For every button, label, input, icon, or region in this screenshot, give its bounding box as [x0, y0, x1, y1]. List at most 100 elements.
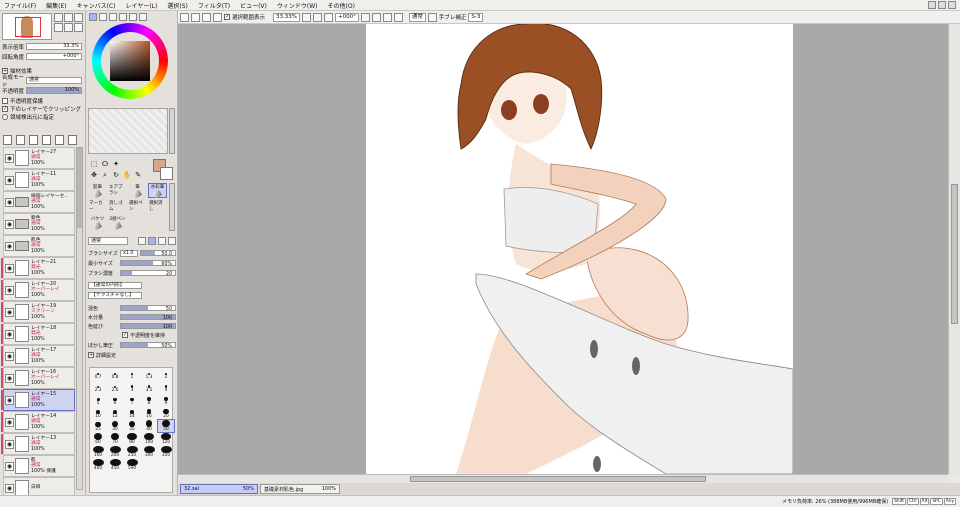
nav-fit-icon[interactable] — [74, 13, 83, 22]
canvas-paper[interactable] — [366, 24, 793, 474]
size-preset[interactable]: 2 — [158, 368, 174, 380]
size-preset[interactable]: 100 — [141, 433, 157, 445]
layer-row[interactable]: ◉ 肌通常 100% 保護 — [3, 455, 75, 477]
selection-source-radio[interactable] — [2, 114, 8, 120]
flip-icon[interactable] — [393, 12, 403, 22]
document-tab[interactable]: 32.sai 50% — [180, 484, 258, 494]
brush-tool-slot[interactable]: バケツ — [88, 215, 107, 231]
zoom-field[interactable]: 33.3% — [26, 43, 82, 50]
layer-row[interactable]: ◉ レイヤー15 通常 100% — [1, 389, 75, 411]
stabilizer-select[interactable]: S-3 — [468, 12, 484, 22]
size-preset[interactable]: 20 — [158, 407, 174, 419]
view-blend-select[interactable]: 通常 — [408, 12, 426, 22]
brush-tool-slot[interactable]: 選択消し — [148, 199, 167, 215]
visibility-eye-icon[interactable]: ◉ — [5, 351, 14, 361]
size-preset[interactable]: 40 — [141, 420, 157, 432]
brush-shape-select[interactable]: 【通常の円形】 — [88, 281, 142, 289]
size-preset[interactable]: 3.5 — [141, 381, 157, 393]
size-preset[interactable]: 30 — [107, 420, 123, 432]
visibility-eye-icon[interactable]: ◉ — [5, 417, 14, 427]
restore-icon[interactable] — [938, 1, 946, 9]
size-preset[interactable]: 160 — [90, 446, 106, 458]
layer-row[interactable]: ◉ レイヤー13 通常 100% — [1, 433, 75, 455]
hide-selection-icon[interactable] — [213, 12, 222, 22]
edge-flat-icon[interactable] — [168, 237, 176, 245]
hsv-slider-tab-icon[interactable] — [109, 13, 117, 21]
canvas-hscroll-thumb[interactable] — [410, 476, 706, 482]
background-color-swatch[interactable] — [160, 167, 173, 180]
visibility-eye-icon[interactable]: ◉ — [5, 219, 14, 229]
navigator-viewport-rect[interactable] — [15, 17, 41, 37]
palette-scrollbar[interactable] — [169, 108, 175, 154]
show-selection-checkbox[interactable]: ✓ — [224, 14, 230, 20]
rotation-field-top[interactable]: +000° — [335, 12, 359, 22]
saturation-value-square[interactable] — [110, 41, 150, 81]
select-rect-icon[interactable]: ⬚ — [89, 160, 99, 169]
color-wheel[interactable] — [92, 23, 168, 99]
size-preset[interactable]: 5 — [90, 394, 106, 406]
layer-row[interactable]: ◉ レイヤー19 スクリーン 100% — [1, 301, 75, 323]
menu-item[interactable]: キャンバス(C) — [77, 1, 116, 10]
detail-settings-row[interactable]: + 詳細設定 — [88, 351, 176, 359]
magic-wand-icon[interactable]: ✦ — [111, 160, 121, 169]
keep-opacity-option[interactable]: ✓ 不透明度を維持 — [88, 331, 176, 339]
layer-list-scrollbar[interactable] — [76, 147, 83, 490]
zoom-out-icon[interactable] — [302, 12, 311, 22]
size-preset[interactable]: 400 — [90, 459, 106, 471]
zoom-icon[interactable]: ⌕ — [100, 171, 110, 180]
size-preset[interactable]: 3 — [124, 381, 140, 393]
blending-slider[interactable]: 50 — [120, 305, 176, 312]
brush-blend-select[interactable]: 通常 — [88, 237, 128, 245]
eyedropper-icon[interactable]: ✎ — [133, 171, 143, 180]
size-preset[interactable]: 8 — [141, 394, 157, 406]
layer-row[interactable]: ◉ 髪色 通常 100% — [3, 213, 75, 235]
navigator-thumbnail[interactable] — [2, 13, 52, 40]
document-tab[interactable]: 基礎素材肌色.jpg 100% — [260, 484, 340, 494]
hand-icon[interactable]: ✋ — [122, 171, 132, 180]
size-preset[interactable]: 16 — [141, 407, 157, 419]
brush-texture-select[interactable]: 【テクスチャなし】 — [88, 291, 142, 299]
mixer-tab-icon[interactable] — [119, 13, 127, 21]
size-preset[interactable]: 14 — [124, 407, 140, 419]
size-preset[interactable]: 7 — [124, 394, 140, 406]
visibility-eye-icon[interactable]: ◉ — [5, 329, 14, 339]
detail-settings-toggle-icon[interactable]: + — [88, 352, 94, 358]
size-preset[interactable]: 450 — [107, 459, 123, 471]
density-slider[interactable]: 20 — [120, 270, 176, 277]
keep-opacity-checkbox[interactable]: ✓ — [122, 332, 128, 338]
size-preset[interactable]: 300 — [141, 446, 157, 458]
menu-item[interactable]: レイヤー(L) — [126, 1, 158, 10]
new-linework-layer-icon[interactable] — [16, 135, 25, 145]
layer-row[interactable]: ◉ レイヤー11 通常 100% — [3, 169, 75, 191]
brush-grid-scrollbar[interactable] — [169, 183, 175, 231]
zoom-in-icon[interactable] — [313, 12, 322, 22]
visibility-eye-icon[interactable]: ◉ — [5, 439, 14, 449]
menu-item[interactable]: その他(O) — [328, 1, 355, 10]
size-preset[interactable]: 6 — [107, 394, 123, 406]
move-icon[interactable]: ✥ — [89, 171, 99, 180]
color-stretch-slider[interactable]: 100 — [120, 323, 176, 330]
brush-tool-slot[interactable]: 水彩筆 — [148, 183, 167, 199]
selection-source-option[interactable]: 領域検出元に指定 — [2, 113, 54, 121]
visibility-eye-icon[interactable]: ◉ — [5, 373, 14, 383]
nav-zoom-out-icon[interactable] — [64, 13, 73, 22]
rotation-field[interactable]: +000° — [26, 53, 82, 60]
zoom-field-top[interactable]: 33.33% — [273, 12, 300, 22]
swatch-tab-icon[interactable] — [129, 13, 137, 21]
select-all-icon[interactable] — [191, 12, 200, 22]
rgb-slider-tab-icon[interactable] — [99, 13, 107, 21]
scratchpad-tab-icon[interactable] — [139, 13, 147, 21]
merge-down-icon[interactable] — [42, 135, 51, 145]
menu-item[interactable]: ファイル(F) — [4, 1, 36, 10]
opacity-slider[interactable]: 100% — [26, 87, 82, 94]
brush-tool-slot[interactable]: 選択ペン — [128, 199, 147, 215]
size-preset[interactable]: 9 — [158, 394, 174, 406]
brush-tool-slot[interactable]: 消しゴム — [108, 199, 127, 215]
menu-item[interactable]: ビュー(V) — [240, 1, 267, 10]
size-preset[interactable]: 1 — [124, 368, 140, 380]
size-preset[interactable]: 500 — [124, 459, 140, 471]
layer-row[interactable]: ◉ レイヤー18 発光 100% — [1, 323, 75, 345]
layer-row[interactable]: ◉ レイヤー14 通常 100% — [1, 411, 75, 433]
size-preset[interactable]: 50 — [157, 419, 175, 433]
size-preset[interactable]: 200 — [107, 446, 123, 458]
